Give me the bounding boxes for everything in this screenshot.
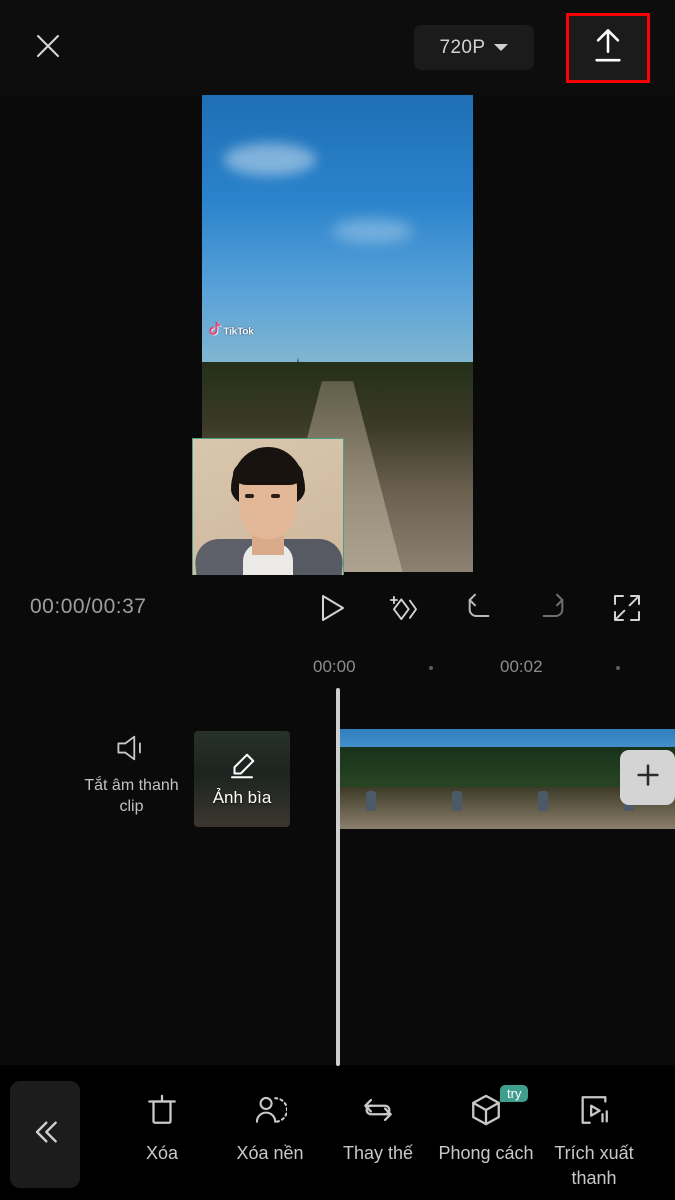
mute-clip-label: Tắt âm thanh clip (84, 777, 179, 815)
plus-icon (634, 761, 662, 794)
tool-extract-audio[interactable]: Trích xuất thanh (540, 1087, 648, 1191)
export-upload-icon (591, 26, 625, 71)
timeline-ruler[interactable]: 00:00 00:02 (0, 643, 675, 688)
tiktok-note-icon (208, 322, 222, 337)
undo-icon (463, 591, 495, 630)
keyframe-add-icon (389, 591, 421, 630)
preview-cloud (223, 142, 316, 177)
bottom-toolbar: ng ʝ Xóa (0, 1065, 675, 1200)
export-button[interactable] (566, 13, 650, 83)
video-editor-screen: 720P TikTok 00:00/00:37 00:00 00:02 Tắt … (0, 0, 675, 1200)
undo-button[interactable] (458, 588, 500, 632)
control-icon-row (310, 585, 675, 635)
track-thumbnail[interactable] (337, 729, 423, 829)
delete-trash-icon (145, 1087, 179, 1133)
tiktok-watermark: TikTok (208, 322, 254, 337)
keyframe-button[interactable] (384, 588, 426, 632)
style-cube-icon (469, 1087, 503, 1133)
speaker-mute-icon (74, 733, 189, 763)
collapse-toolbar-button[interactable] (10, 1081, 80, 1188)
chevron-down-icon (494, 44, 509, 51)
timeline[interactable]: 00:00 00:02 Tắt âm thanh clip Ảnh bìa (0, 643, 675, 1066)
replace-loop-icon (361, 1087, 395, 1133)
fullscreen-button[interactable] (606, 588, 648, 632)
track-thumbnail[interactable] (423, 729, 509, 829)
ruler-tick-dot (616, 666, 620, 670)
resolution-selector[interactable]: 720P (414, 25, 534, 70)
extract-audio-icon (577, 1087, 611, 1133)
add-clip-button[interactable] (620, 750, 675, 805)
tool-style[interactable]: try Phong cách (432, 1085, 540, 1166)
ruler-tick-dot (429, 666, 433, 670)
overlay-fringe (233, 457, 303, 485)
overlay-eye (245, 494, 254, 498)
tool-strip[interactable]: ng ʝ Xóa (0, 1065, 675, 1200)
redo-button[interactable] (532, 588, 574, 632)
play-button[interactable] (310, 588, 352, 632)
redo-icon (537, 591, 569, 630)
cover-image-label: Ảnh bìa (212, 787, 272, 807)
player-controls: 00:00/00:37 (0, 575, 675, 643)
tool-label: Thay thế (342, 1143, 414, 1163)
tool-label: Xóa nền (236, 1143, 304, 1163)
double-chevron-left-icon (29, 1116, 61, 1153)
track-thumbnail[interactable] (509, 729, 595, 829)
pencil-edit-icon (227, 751, 257, 786)
play-icon (315, 591, 347, 630)
tool-label: Phong cách (438, 1143, 534, 1163)
preview-cloud (332, 219, 414, 243)
close-icon (33, 31, 63, 66)
tiktok-watermark-label: TikTok (223, 325, 254, 337)
cover-image-button[interactable]: Ảnh bìa (194, 731, 290, 827)
resolution-label: 720P (439, 36, 486, 58)
tool-replace[interactable]: Thay thế (324, 1087, 432, 1166)
tool-remove-background[interactable]: Xóa nền (216, 1087, 324, 1166)
tool-delete[interactable]: Xóa (108, 1087, 216, 1166)
ruler-tick-label: 00:02 (500, 657, 543, 676)
tool-label: Xóa (145, 1143, 179, 1163)
try-badge: try (500, 1085, 529, 1102)
time-readout: 00:00/00:37 (30, 595, 147, 618)
top-bar: 720P (0, 0, 675, 95)
ruler-tick-label: 00:00 (313, 657, 356, 676)
preview-area[interactable]: TikTok (0, 95, 675, 668)
playhead[interactable] (336, 688, 340, 1066)
remove-background-icon (253, 1087, 287, 1133)
fullscreen-icon (611, 591, 643, 630)
tool-label: Trích xuất thanh (554, 1143, 634, 1188)
mute-clip-button[interactable]: Tắt âm thanh clip (74, 733, 189, 817)
overlay-eye (271, 494, 280, 498)
close-button[interactable] (22, 22, 74, 74)
